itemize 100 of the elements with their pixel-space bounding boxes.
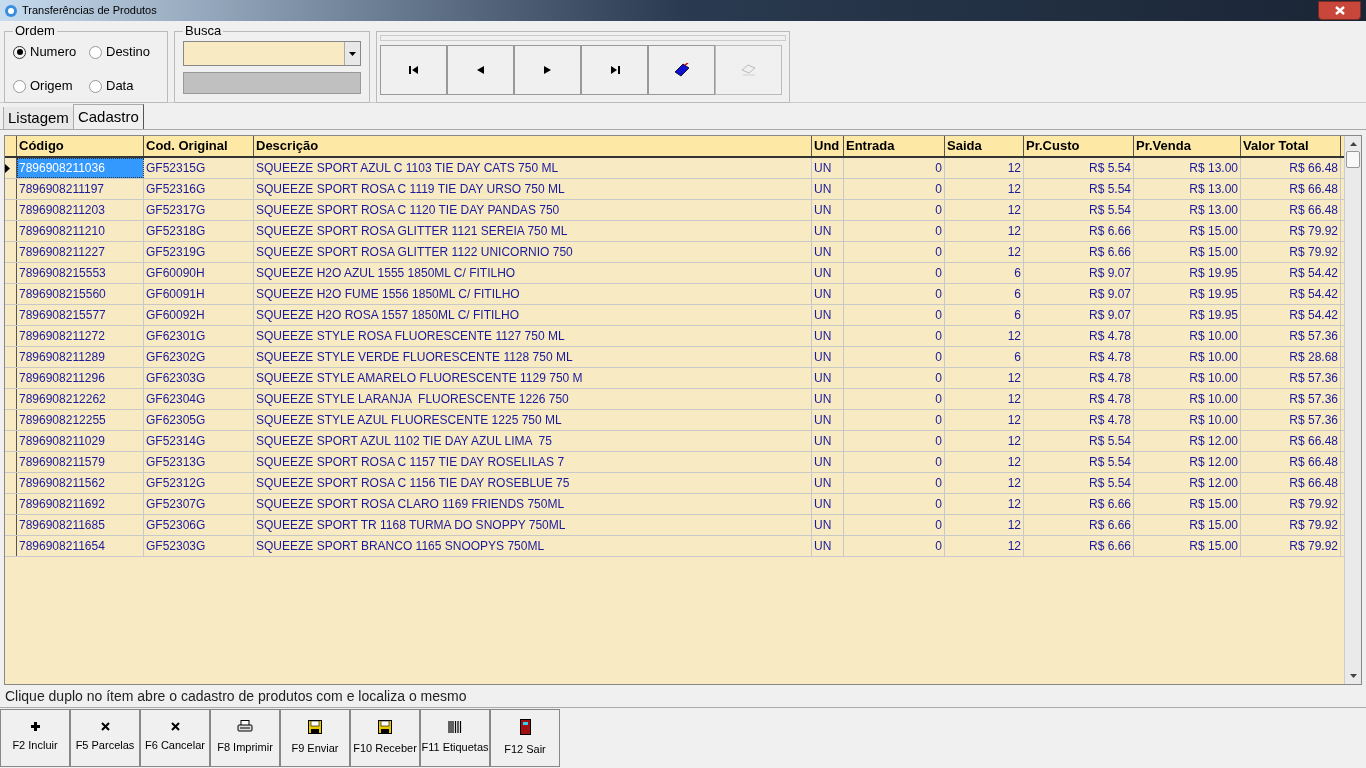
table-cell: 7896908211197 [17, 179, 144, 199]
scrollbar-thumb[interactable] [1346, 151, 1360, 168]
table-cell: 12 [945, 326, 1024, 346]
table-cell: R$ 5.54 [1024, 431, 1134, 451]
table-cell: R$ 54.42 [1241, 305, 1341, 325]
table-cell: GF52306G [144, 515, 254, 535]
table-cell: 12 [945, 179, 1024, 199]
table-cell: GF52318G [144, 221, 254, 241]
table-cell: R$ 57.36 [1241, 410, 1341, 430]
column-header[interactable]: Pr.Venda [1134, 136, 1241, 156]
column-header[interactable]: Und [812, 136, 844, 156]
tab[interactable]: Cadastro [72, 104, 144, 129]
table-cell: UN [812, 242, 844, 262]
table-cell: 0 [844, 263, 945, 283]
table-cell: 0 [844, 221, 945, 241]
table-cell: R$ 10.00 [1134, 326, 1241, 346]
radio-button[interactable]: Numero [13, 42, 89, 62]
table-cell: SQUEEZE SPORT ROSA C 1157 TIE DAY ROSELILAS 7 [254, 452, 812, 472]
table-cell: 7896908211227 [17, 242, 144, 262]
table-cell: 12 [945, 452, 1024, 472]
table-cell: GF62305G [144, 410, 254, 430]
table-cell: R$ 19.95 [1134, 284, 1241, 304]
function-button[interactable]: F2 Incluir [0, 709, 70, 767]
table-cell: R$ 28.68 [1241, 347, 1341, 367]
table-cell: 0 [844, 431, 945, 451]
table-cell: 12 [945, 494, 1024, 514]
search-combo-box[interactable] [183, 41, 361, 66]
table-cell: 6 [945, 284, 1024, 304]
column-header[interactable]: Cod. Original [144, 136, 254, 156]
column-header[interactable]: Código [17, 136, 144, 156]
radio-button[interactable]: Origem [13, 76, 89, 96]
table-cell: SQUEEZE H2O AZUL 1555 1850ML C/ FITILHO [254, 263, 812, 283]
table-cell: R$ 10.00 [1134, 368, 1241, 388]
table-cell: 6 [945, 347, 1024, 367]
table-cell: R$ 6.66 [1024, 515, 1134, 535]
function-button[interactable]: F5 Parcelas [70, 709, 140, 767]
table-cell: GF60091H [144, 284, 254, 304]
table-cell: R$ 6.66 [1024, 242, 1134, 262]
function-button[interactable]: F6 Cancelar [140, 709, 210, 767]
table-cell: SQUEEZE SPORT TR 1168 TURMA DO SNOPPY 750ML [254, 515, 812, 535]
function-button[interactable]: F10 Receber [350, 709, 420, 767]
caret-icon [349, 51, 356, 56]
navigator-button[interactable] [648, 45, 715, 95]
column-header[interactable]: Saida [945, 136, 1024, 156]
triangle-right-icon [5, 163, 10, 173]
column-header[interactable]: Entrada [844, 136, 945, 156]
table-cell: 0 [844, 389, 945, 409]
plus-icon [30, 722, 40, 732]
table-cell: R$ 13.00 [1134, 179, 1241, 199]
table-cell: R$ 15.00 [1134, 221, 1241, 241]
radio-button[interactable]: Data [89, 76, 159, 96]
column-header[interactable]: Pr.Custo [1024, 136, 1134, 156]
input-field[interactable] [183, 72, 361, 94]
table-cell: R$ 12.00 [1134, 473, 1241, 493]
table-cell: 7896908211654 [17, 536, 144, 556]
table-cell: R$ 79.92 [1241, 515, 1341, 535]
table-cell: 0 [844, 473, 945, 493]
close-button[interactable] [1318, 1, 1361, 20]
table-cell: UN [812, 536, 844, 556]
table-cell: GF52316G [144, 179, 254, 199]
table-cell: GF52315G [144, 158, 254, 178]
table-cell: R$ 66.48 [1241, 452, 1341, 472]
table-cell: R$ 5.54 [1024, 452, 1134, 472]
table-cell: R$ 79.92 [1241, 242, 1341, 262]
table-cell: 7896908211562 [17, 473, 144, 493]
table-cell: R$ 54.42 [1241, 263, 1341, 283]
function-button[interactable]: F8 Imprimir [210, 709, 280, 767]
table-cell: SQUEEZE STYLE VERDE FLUORESCENTE 1128 750 ML [254, 347, 812, 367]
table-cell: UN [812, 452, 844, 472]
scrollbar[interactable] [1344, 136, 1361, 684]
column-header[interactable]: Descrição [254, 136, 812, 156]
function-button[interactable]: F9 Enviar [280, 709, 350, 767]
column-header[interactable]: Valor Total [1241, 136, 1341, 156]
table-cell: 7896908211036 [17, 158, 144, 178]
table-cell: GF52303G [144, 536, 254, 556]
table-cell: SQUEEZE STYLE ROSA FLUORESCENTE 1127 750 ML [254, 326, 812, 346]
function-button[interactable]: F12 Sair [490, 709, 560, 767]
table-cell: SQUEEZE SPORT BRANCO 1165 SNOOPYS 750ML [254, 536, 812, 556]
radio-button[interactable]: Destino [89, 42, 159, 62]
table-cell: R$ 66.48 [1241, 179, 1341, 199]
table-cell: 12 [945, 431, 1024, 451]
table-cell: R$ 4.78 [1024, 347, 1134, 367]
table-cell: GF52313G [144, 452, 254, 472]
table-cell: 0 [844, 158, 945, 178]
table-cell: 7896908215553 [17, 263, 144, 283]
table-cell: R$ 12.00 [1134, 431, 1241, 451]
table-cell: R$ 10.00 [1134, 389, 1241, 409]
table-cell: GF62303G [144, 368, 254, 388]
table-cell: GF62304G [144, 389, 254, 409]
table-cell: R$ 79.92 [1241, 221, 1341, 241]
function-button[interactable]: F11 Etiquetas [420, 709, 490, 767]
table-cell: R$ 5.54 [1024, 473, 1134, 493]
table-cell: R$ 13.00 [1134, 158, 1241, 178]
table-cell: R$ 9.07 [1024, 284, 1134, 304]
table-cell: 7896908212255 [17, 410, 144, 430]
table-cell: R$ 6.66 [1024, 494, 1134, 514]
table-cell: 12 [945, 221, 1024, 241]
table-cell: UN [812, 179, 844, 199]
tab[interactable]: Listagem [3, 107, 73, 129]
table-cell: SQUEEZE STYLE AZUL FLUORESCENTE 1225 750 ML [254, 410, 812, 430]
